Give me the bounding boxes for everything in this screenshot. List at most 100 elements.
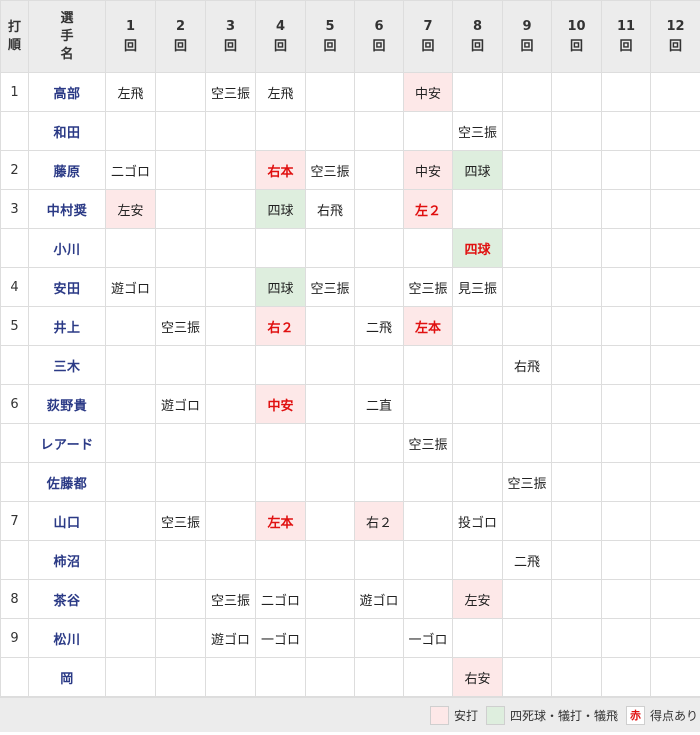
player-name: レアード [28, 423, 106, 463]
at-bat-result [255, 345, 306, 385]
at-bat-result: 空三振 [155, 501, 206, 541]
batter-row: 岡 右安 [0, 657, 700, 697]
at-bat-result: 中安 [403, 72, 453, 112]
at-bat-result [205, 501, 256, 541]
at-bat-result [205, 228, 256, 268]
inning-header: 4回 [255, 0, 306, 73]
run-marker: 赤 [625, 705, 645, 725]
at-bat-result: 遊ゴロ [105, 267, 156, 307]
at-bat-result [551, 657, 602, 697]
at-bat-result [105, 579, 156, 619]
batting-order: 3 [0, 189, 29, 229]
at-bat-result [105, 345, 156, 385]
at-bat-result: 二飛 [354, 306, 404, 346]
batting-order [0, 540, 29, 580]
at-bat-result [650, 618, 700, 658]
at-bat-result: 右２ [255, 306, 306, 346]
at-bat-result [551, 150, 602, 190]
inning-header: 6回 [354, 0, 404, 73]
at-bat-result [155, 228, 206, 268]
at-bat-result [601, 306, 651, 346]
at-bat-result [551, 111, 602, 151]
at-bat-result: 左飛 [105, 72, 156, 112]
at-bat-result [601, 657, 651, 697]
at-bat-result [502, 111, 552, 151]
at-bat-result [551, 579, 602, 619]
at-bat-result [403, 501, 453, 541]
at-bat-result [155, 462, 206, 502]
at-bat-result [105, 540, 156, 580]
at-bat-result [551, 423, 602, 463]
batter-row: 8 茶谷 空三振 二ゴロ 遊ゴロ 左安 [0, 579, 700, 619]
batter-row: 2 藤原 二ゴロ 右本 空三振 中安 四球 [0, 150, 700, 190]
at-bat-result [502, 306, 552, 346]
at-bat-result [354, 462, 404, 502]
at-bat-result: 一ゴロ [403, 618, 453, 658]
at-bat-result [403, 345, 453, 385]
at-bat-result: 空三振 [403, 267, 453, 307]
at-bat-result [354, 72, 404, 112]
at-bat-result [601, 423, 651, 463]
player-name: 荻野貴 [28, 384, 106, 424]
at-bat-result: 四球 [452, 150, 503, 190]
at-bat-result [650, 150, 700, 190]
at-bat-result: 遊ゴロ [205, 618, 256, 658]
batter-row: 佐藤都 空三振 [0, 462, 700, 502]
at-bat-result [601, 72, 651, 112]
batter-row: 9 松川 遊ゴロ 一ゴロ 一ゴロ [0, 618, 700, 658]
at-bat-result [551, 501, 602, 541]
at-bat-result: 左本 [403, 306, 453, 346]
at-bat-result: 中安 [403, 150, 453, 190]
batting-order: 1 [0, 72, 29, 112]
at-bat-result [305, 384, 355, 424]
at-bat-result: 右安 [452, 657, 503, 697]
batter-row: 7 山口 空三振 左本 右２ 投ゴロ [0, 501, 700, 541]
inning-header: 3回 [205, 0, 256, 73]
at-bat-result [155, 189, 206, 229]
at-bat-result [354, 657, 404, 697]
batter-row: 5 井上 空三振 右２ 二飛 左本 [0, 306, 700, 346]
at-bat-result [205, 423, 256, 463]
at-bat-result [354, 267, 404, 307]
at-bat-result [354, 228, 404, 268]
player-name: 中村奨 [28, 189, 106, 229]
at-bat-result [354, 345, 404, 385]
at-bat-result [205, 462, 256, 502]
at-bat-result [255, 423, 306, 463]
player-name: 三木 [28, 345, 106, 385]
player-name: 山口 [28, 501, 106, 541]
walk-swatch [485, 705, 505, 725]
at-bat-result: 右２ [354, 501, 404, 541]
batting-order [0, 228, 29, 268]
batter-row: 1 高部 左飛 空三振 左飛 中安 [0, 72, 700, 112]
batting-order [0, 462, 29, 502]
batter-row: レアード 空三振 [0, 423, 700, 463]
at-bat-result [354, 189, 404, 229]
at-bat-result [205, 150, 256, 190]
batter-row: 3 中村奨 左安 四球 右飛 左２ [0, 189, 700, 229]
at-bat-result [502, 189, 552, 229]
at-bat-result: 投ゴロ [452, 501, 503, 541]
at-bat-result [551, 345, 602, 385]
player-name-header: 選手名 [28, 0, 106, 73]
at-bat-result [403, 579, 453, 619]
at-bat-result [502, 72, 552, 112]
inning-header: 12 回 [650, 0, 700, 73]
at-bat-result [205, 540, 256, 580]
batting-order: 7 [0, 501, 29, 541]
at-bat-result [305, 657, 355, 697]
at-bat-result: 空三振 [452, 111, 503, 151]
at-bat-result: 二直 [354, 384, 404, 424]
at-bat-result [305, 228, 355, 268]
at-bat-result [650, 501, 700, 541]
at-bat-result [305, 111, 355, 151]
at-bat-result [305, 579, 355, 619]
at-bat-result [601, 579, 651, 619]
at-bat-result [155, 150, 206, 190]
at-bat-result [650, 306, 700, 346]
at-bat-result [452, 189, 503, 229]
at-bat-result [551, 462, 602, 502]
at-bat-result [205, 345, 256, 385]
at-bat-result [650, 72, 700, 112]
at-bat-result: 見三振 [452, 267, 503, 307]
